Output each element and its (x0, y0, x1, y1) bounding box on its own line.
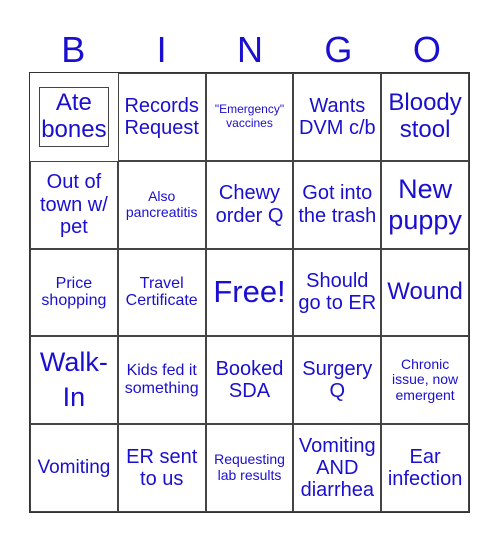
bingo-cell[interactable]: Bloody stool (381, 73, 469, 161)
bingo-cell[interactable]: ER sent to us (117, 424, 206, 512)
bingo-cell[interactable]: Kids fed it something (117, 336, 206, 425)
bingo-cell[interactable]: Requesting lab results (205, 424, 294, 512)
bingo-cell[interactable]: Price shopping (30, 248, 118, 337)
bingo-cell[interactable]: Chronic issue, now emergent (381, 336, 469, 425)
bingo-cell[interactable]: Surgery Q (293, 336, 382, 425)
bingo-cell[interactable]: Wound (381, 248, 469, 337)
bingo-cell[interactable]: Walk-In (30, 336, 118, 425)
bingo-cell[interactable]: "Emergency" vaccines (205, 73, 294, 161)
bingo-cell[interactable]: Chewy order Q (205, 160, 294, 249)
bingo-grid: Ate bones Records Request "Emergency" va… (29, 72, 470, 513)
bingo-cell[interactable]: Should go to ER (293, 248, 382, 337)
bingo-cell[interactable]: Also pancreatitis (117, 160, 206, 249)
bingo-header: B I N G O (29, 28, 471, 72)
bingo-cell[interactable]: Records Request (117, 73, 206, 161)
bingo-cell[interactable]: New puppy (381, 160, 469, 249)
header-letter-g: G (324, 29, 353, 70)
bingo-cell[interactable]: Booked SDA (205, 336, 294, 425)
free-space[interactable]: Free! (205, 248, 294, 337)
bingo-cell[interactable]: Wants DVM c/b (293, 73, 382, 161)
header-letter-b: B (61, 29, 86, 70)
bingo-cell[interactable]: Vomiting AND diarrhea (293, 424, 382, 512)
bingo-cell[interactable]: Travel Certificate (117, 248, 206, 337)
bingo-cell[interactable]: Out of town w/ pet (30, 160, 118, 249)
header-letter-i: I (156, 29, 167, 70)
bingo-cell[interactable]: Ear infection (381, 424, 469, 512)
bingo-cell[interactable]: Got into the trash (293, 160, 382, 249)
bingo-cell[interactable]: Ate bones (38, 87, 109, 147)
bingo-cell[interactable]: Vomiting (30, 424, 118, 512)
header-letter-n: N (237, 29, 264, 70)
header-letter-o: O (412, 29, 441, 70)
